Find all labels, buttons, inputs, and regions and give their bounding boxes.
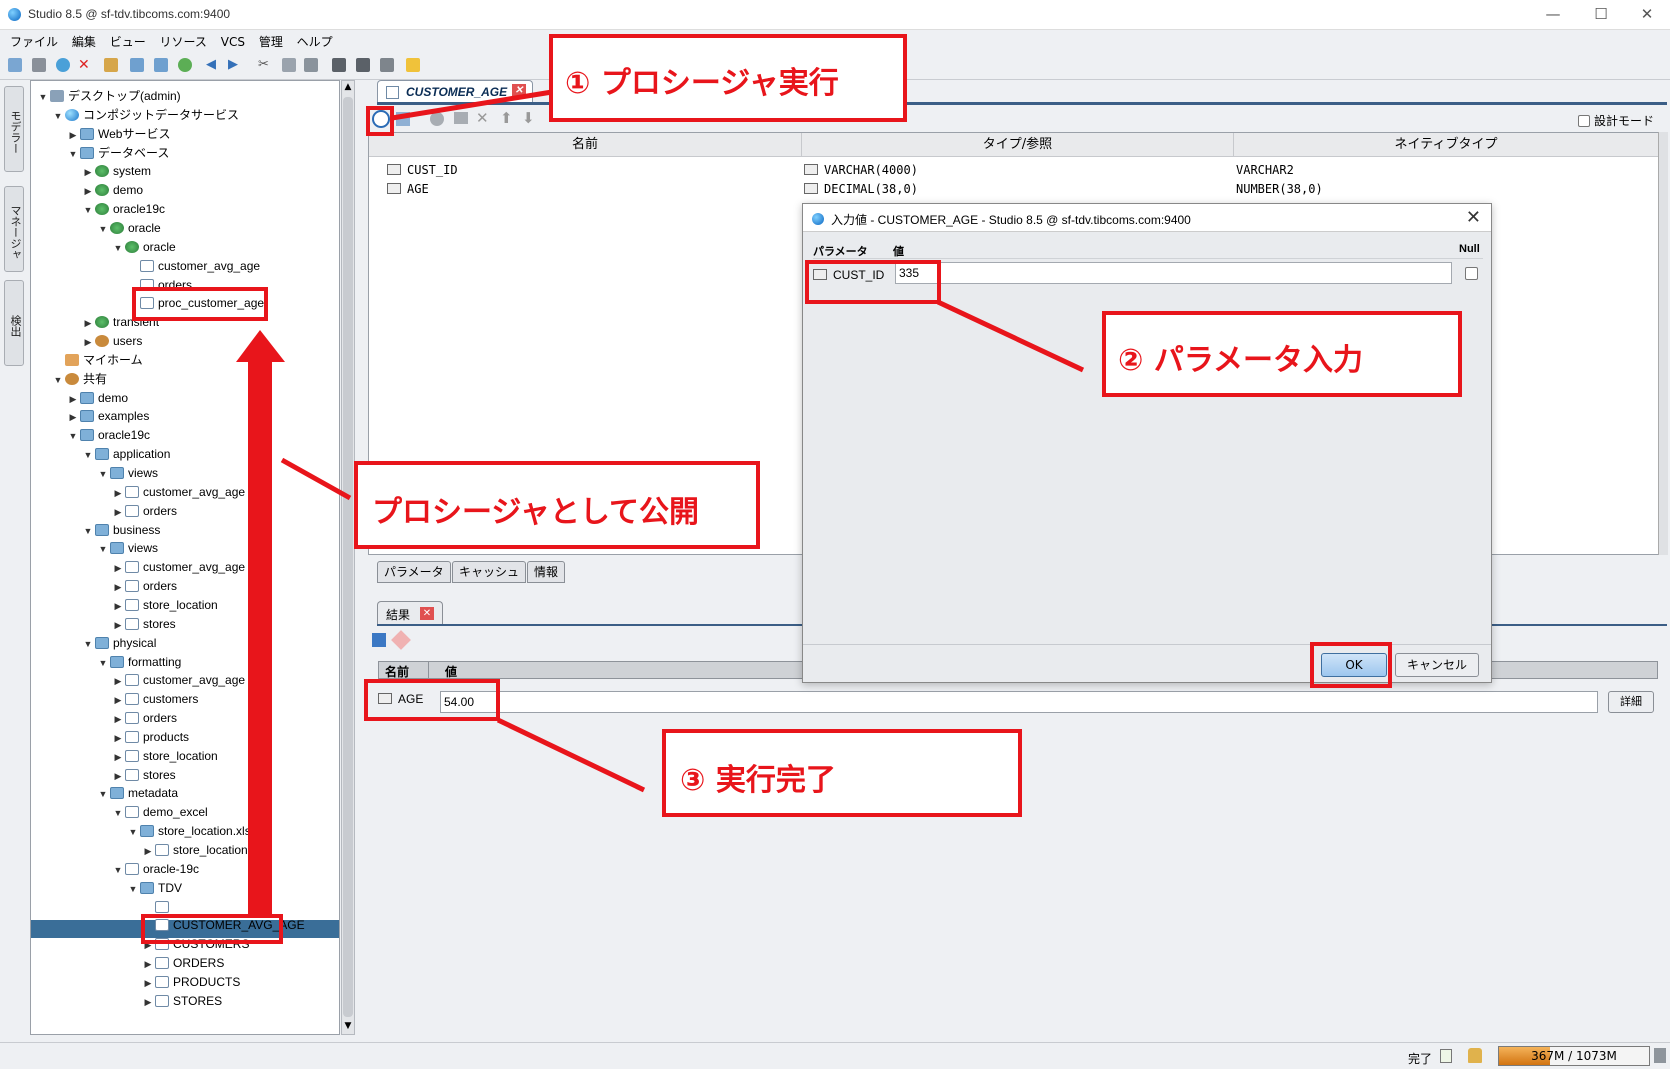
annotation-publish: プロシージャとして公開	[354, 461, 760, 549]
annotation-step2: ② パラメータ入力	[1102, 311, 1462, 397]
arrow-publish-line	[280, 457, 352, 501]
annotation-step1: ① プロシージャ実行	[549, 34, 907, 122]
arrow-publish-shaft	[248, 358, 272, 914]
annotation-arrows	[236, 89, 1085, 914]
arrow-step1-line	[391, 89, 553, 121]
arrow-step3-line	[496, 717, 646, 793]
arrow-publish-head	[236, 330, 285, 362]
arrow-step2-line	[936, 299, 1085, 373]
annotation-step3: ③ 実行完了	[662, 729, 1022, 817]
